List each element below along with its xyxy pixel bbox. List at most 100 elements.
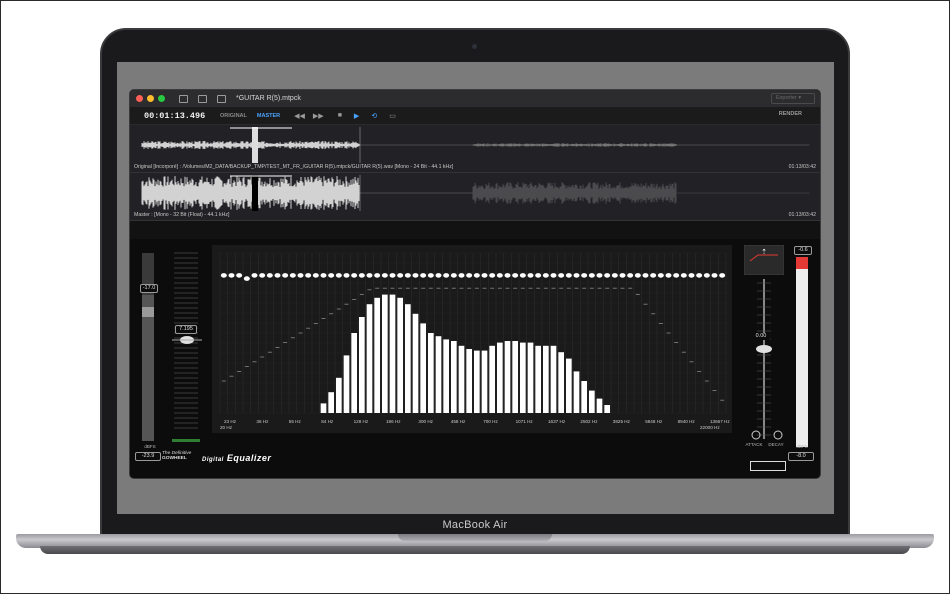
eq-band-node[interactable] [481,273,488,278]
eq-band-node[interactable] [542,273,549,278]
eq-band-node[interactable] [374,273,381,278]
eq-band-node[interactable] [458,273,465,278]
eq-band-node[interactable] [404,273,411,278]
master-waveform[interactable] [132,175,816,211]
minimize-button[interactable] [147,95,154,102]
stop-icon[interactable]: ■ [338,112,342,119]
eq-band-node[interactable] [665,273,672,278]
eq-band-node[interactable] [274,273,281,278]
eq-band-node[interactable] [427,273,434,278]
eq-band-node[interactable] [588,273,595,278]
zoom-button[interactable] [158,95,165,102]
eq-band-node[interactable] [489,273,496,278]
master-track[interactable]: Master : [Mono - 32 Bit (Float) - 44.1 k… [130,173,820,221]
fast-forward-icon[interactable]: ▶▶ [313,112,324,120]
eq-band-node[interactable] [673,273,680,278]
eq-band-node[interactable] [328,273,335,278]
envelope-display[interactable]: ⇡ [744,245,784,275]
eq-band-node[interactable] [535,273,542,278]
save-icon[interactable] [217,94,226,103]
eq-band-node[interactable] [259,273,266,278]
freq-label: 128 Hz [354,419,369,424]
eq-band-node[interactable] [558,273,565,278]
eq-band-node[interactable] [389,273,396,278]
eq-band-node[interactable] [366,273,373,278]
eq-band-node[interactable] [642,273,649,278]
eq-band-node[interactable] [236,273,243,278]
eq-band-node[interactable] [504,273,511,278]
input-gain-value[interactable]: -17.0 [140,284,158,293]
rewind-icon[interactable]: ◀◀ [294,112,305,120]
eq-graph[interactable]: 23 Hz 36 Hz 55 Hz 84 Hz 128 Hz 196 Hz 300 Hz 45… [212,245,732,433]
eq-band-node[interactable] [466,273,473,278]
eq-band-node[interactable] [320,273,327,278]
eq-band-node[interactable] [282,273,289,278]
eq-band-node[interactable] [550,273,557,278]
eq-band-node[interactable] [565,273,572,278]
eq-band-node[interactable] [711,273,718,278]
envelope-fader[interactable] [749,279,779,439]
eq-band-node[interactable] [450,273,457,278]
original-waveform[interactable] [132,127,816,163]
options-icon[interactable]: ▭ [389,112,396,120]
render-button[interactable]: RENDER [779,111,802,117]
eq-band-node[interactable] [680,273,687,278]
play-icon[interactable]: ▶ [354,112,359,120]
eq-band-node[interactable] [412,273,419,278]
eq-band-node[interactable] [473,273,480,278]
eq-band-node[interactable] [343,273,350,278]
playhead[interactable] [252,127,258,163]
eq-band-node[interactable] [443,273,450,278]
eq-band-node[interactable] [351,273,358,278]
eq-band-node[interactable] [703,273,710,278]
wheel-knob-icon[interactable] [172,335,202,345]
eq-band-node[interactable] [251,273,258,278]
eq-band-node[interactable] [634,273,641,278]
close-button[interactable] [136,95,143,102]
eq-band-node[interactable] [266,273,273,278]
export-dropdown[interactable]: Exporter ▾ [771,93,815,104]
eq-band-node[interactable] [611,273,618,278]
loop-icon[interactable]: ⟲ [371,112,377,120]
new-file-icon[interactable] [179,94,188,103]
eq-band-node[interactable] [496,273,503,278]
eq-band-node[interactable] [381,273,388,278]
spectrum-bar [512,341,518,413]
eq-band-node[interactable] [435,273,442,278]
eq-band-node[interactable] [305,273,312,278]
eq-band-node[interactable] [627,273,634,278]
eq-band-node[interactable] [289,273,296,278]
freq-min-label: 20 Hz [220,425,233,430]
eq-band-node[interactable] [358,273,365,278]
eq-band-node[interactable] [519,273,526,278]
eq-band-node[interactable] [573,273,580,278]
mode-original-button[interactable]: ORIGINAL [220,113,247,119]
eq-band-node[interactable] [220,273,227,278]
open-folder-icon[interactable] [198,94,207,103]
eq-band-node[interactable] [604,273,611,278]
eq-band-node[interactable] [696,273,703,278]
eq-band-node[interactable] [596,273,603,278]
eq-band-node[interactable] [297,273,304,278]
original-track[interactable]: Original [Incorporé] : /Volumes/M2_DATA/… [130,125,820,173]
eq-band-node[interactable] [397,273,404,278]
wheel-value[interactable]: 7.195 [175,325,197,334]
eq-band-node[interactable] [581,273,588,278]
attack-decay-knobs[interactable] [748,429,792,441]
wheel-fader-track[interactable] [168,249,208,449]
eq-band-node[interactable] [527,273,534,278]
eq-band-node[interactable] [657,273,664,278]
eq-band-node[interactable] [512,273,519,278]
eq-band-node[interactable] [312,273,319,278]
envelope-value[interactable]: 0.00 [752,333,770,340]
eq-band-node[interactable] [243,276,250,281]
eq-band-node[interactable] [688,273,695,278]
eq-band-node[interactable] [619,273,626,278]
playhead[interactable] [252,175,258,211]
eq-band-node[interactable] [335,273,342,278]
eq-band-node[interactable] [420,273,427,278]
eq-band-node[interactable] [719,273,726,278]
eq-band-node[interactable] [228,273,235,278]
eq-band-node[interactable] [650,273,657,278]
mode-master-button[interactable]: MASTER [257,113,280,119]
